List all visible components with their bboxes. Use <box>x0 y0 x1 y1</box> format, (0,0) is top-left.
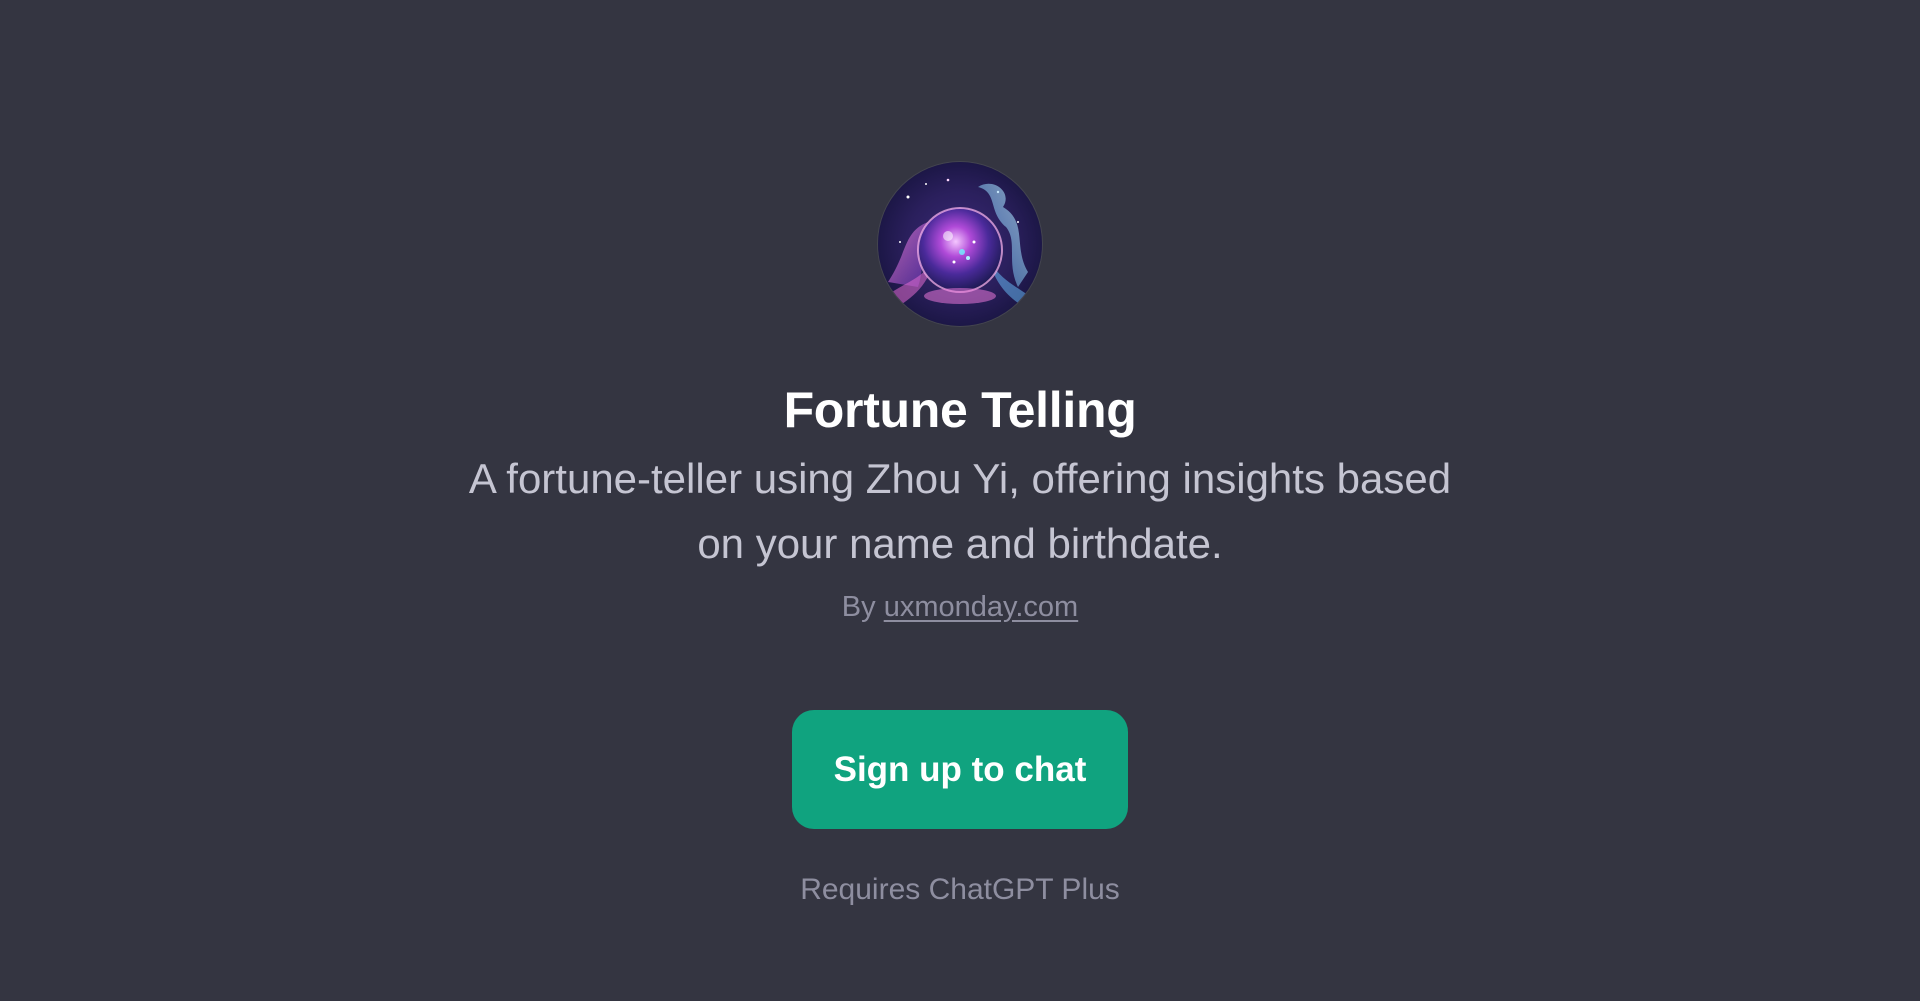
gpt-author: By uxmonday.com <box>0 588 1920 626</box>
gpt-avatar <box>878 162 1042 326</box>
requirement-note: Requires ChatGPT Plus <box>800 873 1120 906</box>
gpt-description: A fortune-teller using Zhou Yi, offering… <box>468 455 1452 567</box>
gpt-landing-page: Fortune Telling A fortune-teller using Z… <box>0 0 1920 1001</box>
author-prefix: By <box>841 591 876 623</box>
gpt-title: Fortune Telling <box>783 382 1137 438</box>
crystal-ball-icon <box>878 162 1042 326</box>
sign-up-to-chat-button[interactable]: Sign up to chat <box>792 710 1128 829</box>
author-link[interactable]: uxmonday.com <box>884 591 1079 623</box>
